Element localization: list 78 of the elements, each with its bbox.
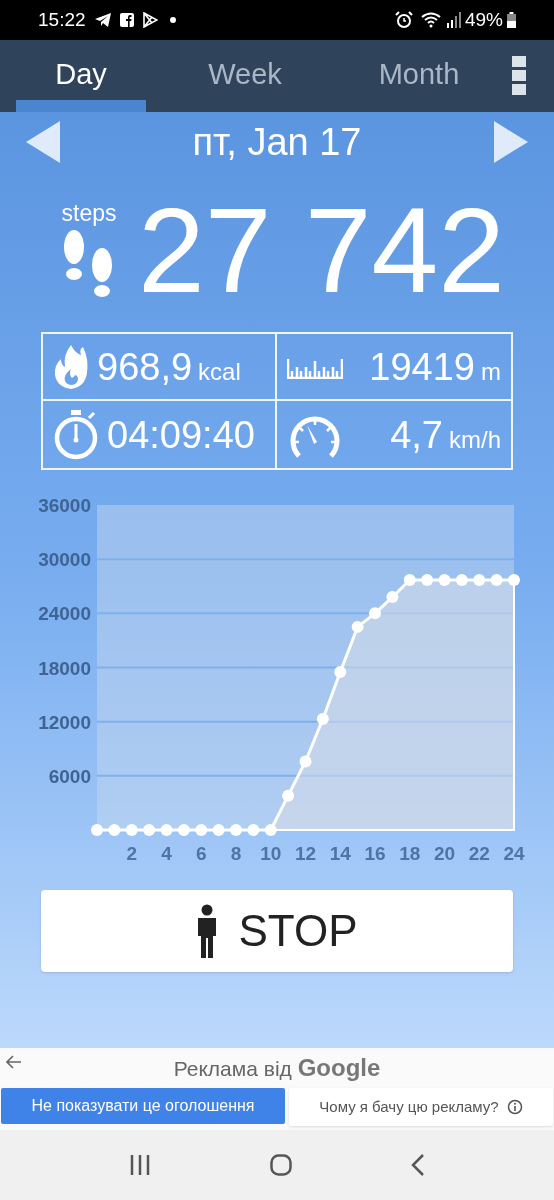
recent-apps-icon[interactable]: [129, 1155, 152, 1175]
x-axis-label: 14: [329, 843, 351, 864]
data-point: [282, 789, 295, 802]
signal-icon: [446, 12, 461, 28]
stat-value: 19419: [369, 347, 475, 386]
why-ad-button[interactable]: Чому я бачу цю рекламу?: [289, 1088, 553, 1126]
data-point: [247, 824, 260, 836]
x-axis-label: 22: [468, 843, 490, 864]
stat-unit: kcal: [198, 359, 241, 384]
alarm-icon: [394, 11, 413, 29]
x-axis-label: 6: [195, 843, 207, 864]
ad-title: Реклама від Google: [173, 1053, 381, 1083]
x-axis-label: 2: [126, 843, 138, 864]
data-point: [125, 824, 138, 836]
x-axis-label: 18: [399, 843, 421, 864]
person-icon: [196, 904, 219, 958]
data-point: [177, 824, 190, 836]
y-axis-label: 12000: [38, 711, 91, 733]
date-label: пт, Jan 17: [192, 119, 362, 165]
data-point: [195, 824, 208, 836]
data-point: [160, 824, 173, 836]
facebook-icon: [119, 13, 134, 27]
x-axis-label: 16: [364, 843, 386, 864]
data-point: [299, 755, 312, 768]
y-axis-label: 6000: [48, 765, 91, 787]
data-point: [369, 607, 381, 620]
data-point: [351, 620, 364, 633]
hide-ad-button[interactable]: Не показувати це оголошення: [1, 1088, 285, 1124]
x-axis-label: 20: [433, 843, 456, 864]
stat-value: 04:09:40: [107, 415, 255, 454]
steps-label: steps: [61, 201, 117, 225]
previous-day-arrow-icon[interactable]: [26, 121, 60, 163]
x-axis-label: 12: [294, 843, 317, 864]
stat-unit: m: [481, 359, 501, 384]
x-axis-label: 8: [230, 843, 242, 864]
stopwatch-icon: [53, 409, 99, 460]
y-axis-label: 36000: [38, 495, 91, 516]
step-count: 27 742: [138, 190, 506, 310]
stat-value: 4,7: [390, 415, 443, 454]
play-store-icon: [141, 12, 158, 28]
flame-icon: [53, 344, 89, 389]
notification-dot-icon: [169, 17, 176, 23]
info-icon: [506, 1099, 523, 1115]
tab[interactable]: Week: [170, 40, 320, 112]
data-point: [108, 824, 121, 836]
telegram-icon: [93, 12, 112, 28]
back-arrow-icon[interactable]: [6, 1055, 22, 1069]
y-axis-label: 24000: [38, 603, 91, 625]
data-point: [230, 824, 242, 836]
status-time: 15:22: [38, 7, 86, 32]
data-point: [334, 666, 347, 678]
home-icon[interactable]: [270, 1154, 292, 1176]
data-point: [421, 573, 434, 586]
x-axis-label: 10: [260, 843, 282, 864]
tab[interactable]: Month: [344, 40, 494, 112]
data-point: [316, 712, 329, 725]
data-point: [403, 573, 416, 586]
data-point: [386, 591, 399, 604]
wifi-icon: [420, 12, 443, 28]
battery-icon: [507, 12, 516, 28]
stat-value: 968,9: [97, 347, 193, 386]
overflow-menu-icon[interactable]: [512, 56, 526, 96]
back-icon[interactable]: [410, 1154, 425, 1176]
data-point: [455, 573, 468, 586]
stop-button[interactable]: STOP: [41, 890, 513, 972]
data-point: [143, 824, 156, 836]
data-point: [473, 573, 486, 586]
y-axis-label: 18000: [38, 657, 91, 679]
data-point: [212, 824, 225, 836]
data-point: [490, 573, 503, 586]
data-point: [91, 824, 103, 836]
x-axis-label: 24: [503, 843, 525, 864]
stat-unit: km/h: [449, 427, 501, 452]
x-axis-label: 4: [161, 843, 172, 864]
y-axis-label: 30000: [38, 549, 91, 571]
battery-percent: 49%: [464, 7, 503, 32]
next-day-arrow-icon[interactable]: [494, 121, 528, 163]
data-point: [438, 573, 451, 586]
